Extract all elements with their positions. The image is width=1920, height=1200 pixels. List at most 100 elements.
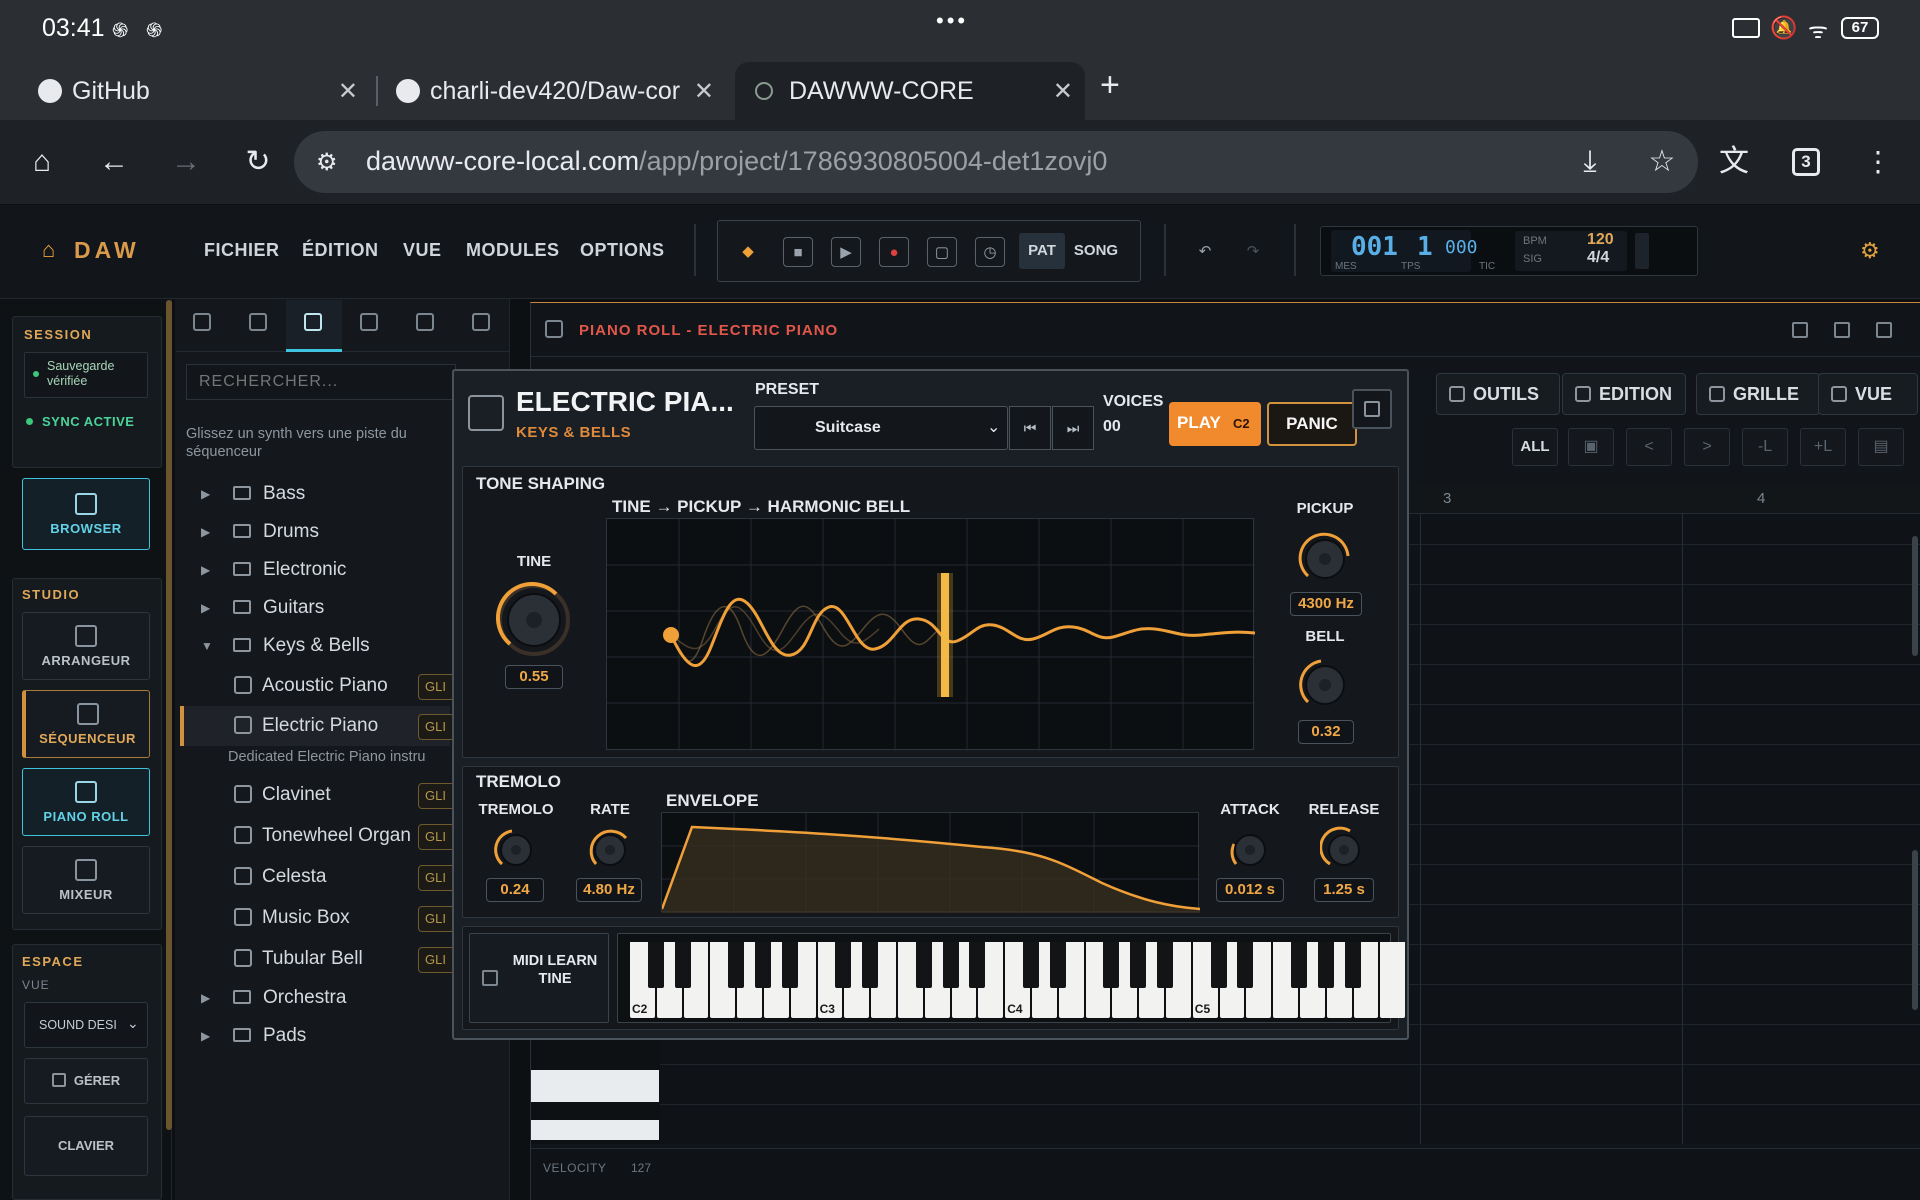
- velocity-toggle[interactable]: ▣: [1568, 428, 1614, 466]
- view-button[interactable]: VUE: [1818, 373, 1918, 415]
- midi-learn-button[interactable]: MIDI LEARN TINE: [469, 933, 609, 1023]
- shorten-button[interactable]: -L: [1742, 428, 1788, 466]
- menu-options[interactable]: OPTIONS: [580, 240, 665, 261]
- piano-key-black[interactable]: [674, 942, 691, 988]
- tab-repo[interactable]: charli-dev420/Daw-core ✕: [396, 62, 720, 120]
- piano-key-black[interactable]: [1344, 942, 1361, 988]
- instrument-celesta[interactable]: Celesta: [234, 866, 326, 888]
- bpm-value[interactable]: 120: [1587, 231, 1614, 249]
- play-button[interactable]: ▶: [831, 237, 861, 267]
- edit-button[interactable]: EDITION: [1562, 373, 1686, 415]
- instrument-clavinet[interactable]: Clavinet: [234, 784, 331, 806]
- pianoroll-nav-button[interactable]: PIANO ROLL: [22, 768, 150, 836]
- nudge-right-button[interactable]: >: [1684, 428, 1730, 466]
- folder-drums[interactable]: ▶ Drums: [201, 521, 319, 543]
- pickup-value[interactable]: 4300 Hz: [1290, 592, 1362, 616]
- tine-knob[interactable]: [494, 580, 574, 660]
- rate-value[interactable]: 4.80 Hz: [576, 878, 642, 902]
- browser-search-input[interactable]: [186, 364, 456, 400]
- piano-key-black[interactable]: [1317, 942, 1334, 988]
- piano-key-white[interactable]: [1380, 942, 1406, 1018]
- browser-menu-icon[interactable]: ⋮: [1856, 142, 1900, 182]
- folder-keys-bells[interactable]: ▼ Keys & Bells: [201, 635, 370, 657]
- folder-electronic[interactable]: ▶ Electronic: [201, 559, 346, 581]
- close-tab-icon[interactable]: ✕: [687, 76, 714, 106]
- settings-gear-icon[interactable]: ⚙: [1860, 238, 1880, 264]
- piano-roll-scrollbar[interactable]: [1912, 536, 1918, 656]
- tab-dawww-core[interactable]: DAWWW-CORE ✕: [735, 62, 1085, 120]
- nudge-left-button[interactable]: <: [1626, 428, 1672, 466]
- release-knob[interactable]: [1320, 826, 1368, 874]
- tools-button[interactable]: OUTILS: [1436, 373, 1560, 415]
- play-note-button[interactable]: PLAY C2: [1169, 402, 1261, 446]
- piano-key-black[interactable]: [1237, 942, 1254, 988]
- home-icon[interactable]: ⌂: [20, 142, 64, 182]
- piano-key-black[interactable]: [781, 942, 798, 988]
- keyboard-button[interactable]: CLAVIER: [24, 1116, 148, 1176]
- piano-key-black[interactable]: [915, 942, 932, 988]
- window-menu-dots[interactable]: •••: [936, 8, 968, 34]
- browser-tab-icon-6[interactable]: [472, 313, 490, 331]
- browser-tab-icon-5[interactable]: [416, 313, 434, 331]
- record-button[interactable]: ●: [879, 237, 909, 267]
- panel-action-icon-2[interactable]: [1834, 322, 1850, 338]
- piano-key-black[interactable]: [755, 942, 771, 988]
- manage-button[interactable]: GÉRER: [24, 1058, 148, 1104]
- view-select[interactable]: SOUND DESI ⌄: [24, 1002, 148, 1048]
- translate-icon[interactable]: 文: [1712, 142, 1756, 182]
- release-value[interactable]: 1.25 s: [1314, 878, 1374, 902]
- sequencer-nav-button[interactable]: SÉQUENCEUR: [22, 690, 150, 758]
- piano-key-black[interactable]: [1023, 942, 1039, 988]
- folder-guitars[interactable]: ▶ Guitars: [201, 597, 324, 619]
- forward-icon[interactable]: →: [164, 142, 208, 182]
- attack-knob[interactable]: [1226, 826, 1274, 874]
- lengthen-button[interactable]: +L: [1800, 428, 1846, 466]
- mixer-nav-button[interactable]: MIXEUR: [22, 846, 150, 914]
- select-all-button[interactable]: ALL: [1512, 428, 1558, 466]
- download-icon[interactable]: ⤓: [1568, 142, 1612, 182]
- bookmark-star-icon[interactable]: ☆: [1640, 142, 1684, 182]
- site-settings-icon[interactable]: ⚙: [316, 148, 338, 177]
- piano-key-black[interactable]: [647, 942, 664, 988]
- instrument-electric-piano[interactable]: Electric Piano: [234, 715, 378, 737]
- loop-button[interactable]: ▢: [927, 237, 957, 267]
- browser-nav-button[interactable]: BROWSER: [22, 478, 150, 550]
- tab-count-button[interactable]: 3: [1792, 148, 1820, 176]
- piano-key-black[interactable]: [862, 942, 879, 988]
- menu-vue[interactable]: VUE: [403, 240, 442, 261]
- browser-tab-synths[interactable]: [286, 300, 342, 352]
- rate-knob[interactable]: [586, 826, 634, 874]
- copy-button[interactable]: ▤: [1858, 428, 1904, 466]
- folder-bass[interactable]: ▶ Bass: [201, 483, 305, 505]
- tremolo-value[interactable]: 0.24: [486, 878, 544, 902]
- signature-value[interactable]: 4/4: [1587, 249, 1609, 267]
- panic-button[interactable]: PANIC: [1267, 402, 1357, 446]
- piano-key-black[interactable]: [1103, 942, 1120, 988]
- pattern-mode-button[interactable]: PAT: [1019, 233, 1065, 269]
- piano-key-black[interactable]: [1157, 942, 1173, 988]
- piano-key-black[interactable]: [969, 942, 986, 988]
- tine-value[interactable]: 0.55: [505, 665, 563, 689]
- panel-action-icon-1[interactable]: [1792, 322, 1808, 338]
- undo-icon[interactable]: ↶: [1190, 237, 1220, 267]
- piano-key-black[interactable]: [835, 942, 852, 988]
- synth-close-button[interactable]: [1352, 389, 1392, 429]
- instrument-acoustic-piano[interactable]: Acoustic Piano: [234, 675, 388, 697]
- reload-icon[interactable]: ↻: [236, 142, 280, 182]
- tab-github[interactable]: GitHub ✕: [38, 62, 364, 120]
- piano-key-white[interactable]: [531, 1070, 659, 1102]
- close-tab-icon[interactable]: ✕: [338, 77, 358, 106]
- bell-knob[interactable]: [1296, 656, 1354, 714]
- instrument-tubular-bell[interactable]: Tubular Bell: [234, 948, 363, 970]
- address-bar[interactable]: ⚙ dawww-core-local.com/app/project/17869…: [294, 131, 1698, 193]
- envelope-display[interactable]: [661, 812, 1200, 913]
- arranger-nav-button[interactable]: ARRANGEUR: [22, 612, 150, 680]
- menu-modules[interactable]: MODULES: [466, 240, 560, 261]
- instrument-music-box[interactable]: Music Box: [234, 907, 350, 929]
- count-in-button[interactable]: ◷: [975, 237, 1005, 267]
- preset-prev-button[interactable]: ⏮: [1009, 406, 1051, 450]
- close-tab-icon[interactable]: ✕: [1053, 77, 1073, 106]
- stop-button[interactable]: ■: [783, 237, 813, 267]
- browser-tab-icon-2[interactable]: [249, 313, 267, 331]
- piano-key-black[interactable]: [942, 942, 959, 988]
